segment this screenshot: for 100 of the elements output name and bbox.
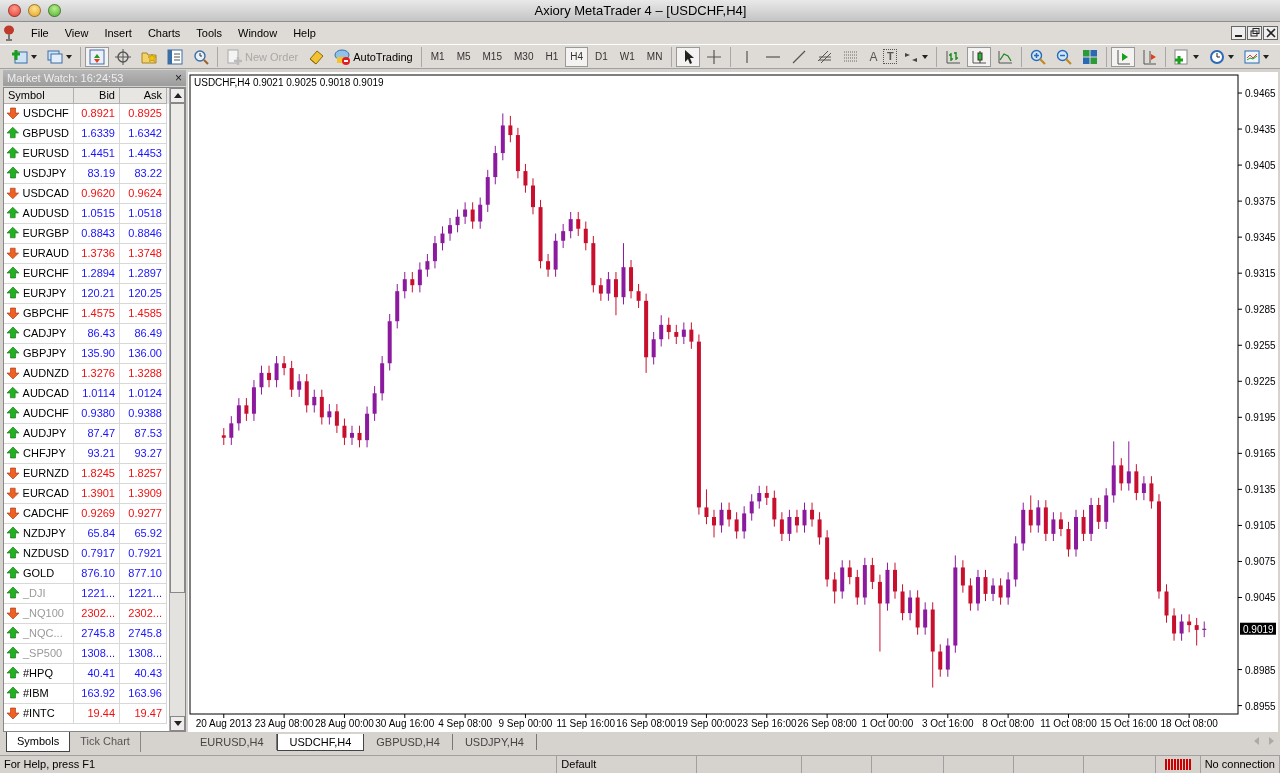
panel-tab[interactable]: Tick Chart bbox=[70, 732, 141, 752]
column-header[interactable]: Ask bbox=[120, 88, 167, 104]
symbol-name[interactable]: EURNZD bbox=[23, 467, 69, 483]
channel-icon[interactable] bbox=[817, 48, 834, 65]
menu-item[interactable]: Window bbox=[230, 27, 286, 39]
text-box-tool[interactable]: T bbox=[883, 49, 898, 64]
crosshair-icon[interactable] bbox=[706, 48, 723, 65]
menu-item[interactable]: Help bbox=[285, 27, 324, 39]
x-tick: 30 Aug 16:00 bbox=[375, 713, 435, 729]
column-header[interactable]: Bid bbox=[74, 88, 120, 104]
panel-tab[interactable]: Symbols bbox=[6, 732, 71, 752]
symbol-name[interactable]: CADJPY bbox=[23, 327, 67, 343]
clock-icon[interactable] bbox=[1209, 48, 1226, 65]
text-label-tool[interactable]: A bbox=[865, 49, 882, 64]
autotrading-button[interactable]: AutoTrading bbox=[330, 46, 417, 67]
chart-tab[interactable]: EURUSD,H4 bbox=[188, 734, 277, 750]
menu-item[interactable]: Tools bbox=[188, 27, 230, 39]
timeframe-button[interactable]: W1 bbox=[614, 46, 640, 67]
candlestick bbox=[327, 403, 332, 426]
column-header[interactable]: Symbol bbox=[4, 88, 74, 104]
candlestick bbox=[1028, 494, 1033, 534]
symbol-name[interactable]: #INTC bbox=[23, 707, 55, 723]
list-window-icon[interactable] bbox=[167, 48, 183, 65]
menu-item[interactable]: File bbox=[23, 27, 57, 39]
symbol-name[interactable]: AUDJPY bbox=[23, 427, 67, 443]
y-tick-label: 0.9285 bbox=[1245, 304, 1277, 316]
symbol-name[interactable]: EURUSD bbox=[22, 147, 69, 163]
timeframe-button[interactable]: MN bbox=[641, 46, 668, 67]
chart-tab[interactable]: USDCHF,H4 bbox=[276, 734, 365, 751]
chart-tab[interactable]: GBPUSD,H4 bbox=[364, 734, 453, 750]
x-tick-label: 20 Aug 2013 bbox=[195, 718, 253, 729]
caret-icon[interactable] bbox=[1193, 54, 1200, 59]
symbol-name[interactable]: AUDCHF bbox=[23, 407, 69, 423]
caret-icon[interactable] bbox=[1263, 54, 1270, 59]
menu-item[interactable]: Insert bbox=[96, 27, 140, 39]
symbol-name[interactable]: USDCAD bbox=[22, 187, 69, 203]
market-watch-icon[interactable] bbox=[89, 48, 105, 65]
symbol-name[interactable]: EURAUD bbox=[22, 247, 69, 263]
chart-tab[interactable]: USDJPY,H4 bbox=[452, 734, 537, 750]
timeframe-button[interactable]: M1 bbox=[425, 46, 450, 67]
zoom-out-icon[interactable] bbox=[1056, 48, 1073, 65]
ask-cell: 19.47 bbox=[120, 704, 167, 724]
symbol-name[interactable]: NZDUSD bbox=[23, 547, 69, 563]
close-icon[interactable] bbox=[1264, 27, 1277, 39]
symbol-name[interactable]: #IBM bbox=[23, 687, 49, 703]
ask-cell: 1.2897 bbox=[120, 264, 167, 284]
bid-cell: 1.3901 bbox=[74, 484, 120, 504]
candlestick bbox=[764, 485, 769, 506]
close-button[interactable]: × bbox=[175, 71, 182, 85]
scroll-up-icon[interactable] bbox=[173, 93, 182, 98]
restore-icon[interactable] bbox=[1248, 27, 1261, 39]
symbol-name[interactable]: EURGBP bbox=[22, 227, 69, 243]
timeframe-button[interactable]: M5 bbox=[451, 46, 476, 67]
timeframe-button[interactable]: H1 bbox=[540, 46, 564, 67]
timeframe-button[interactable]: M15 bbox=[477, 46, 507, 67]
symbol-name[interactable]: AUDCAD bbox=[22, 387, 69, 403]
symbol-name[interactable]: GBPCHF bbox=[23, 307, 69, 323]
scroll-down-icon[interactable] bbox=[173, 721, 182, 726]
bar-chart-icon[interactable] bbox=[945, 48, 962, 65]
symbol-name[interactable]: NZDJPY bbox=[23, 527, 66, 543]
close-button[interactable] bbox=[8, 4, 21, 17]
caret-icon[interactable] bbox=[31, 54, 37, 59]
menu-item[interactable]: View bbox=[56, 27, 97, 39]
autoscroll-icon[interactable] bbox=[1141, 48, 1158, 65]
line-chart-icon[interactable] bbox=[997, 48, 1014, 65]
caret-icon[interactable] bbox=[922, 54, 929, 59]
symbol-name[interactable]: AUDNZD bbox=[23, 367, 69, 383]
symbol-name[interactable]: GBPJPY bbox=[23, 347, 67, 363]
symbol-name[interactable]: EURCAD bbox=[22, 487, 69, 503]
chart-shift-icon[interactable] bbox=[1115, 48, 1132, 65]
timeframe-button[interactable]: M30 bbox=[509, 46, 539, 67]
scroll-thumb[interactable] bbox=[170, 103, 185, 593]
magnifier-clock-icon[interactable] bbox=[193, 48, 209, 65]
symbol-name[interactable]: CADCHF bbox=[23, 507, 69, 523]
tile-windows-icon[interactable] bbox=[1082, 48, 1099, 65]
symbol-name[interactable]: EURJPY bbox=[23, 287, 67, 303]
candlestick-icon[interactable] bbox=[971, 48, 988, 65]
zoom-button[interactable] bbox=[48, 4, 61, 17]
menu-item[interactable]: Charts bbox=[139, 27, 189, 39]
symbol-name[interactable]: AUDUSD bbox=[22, 207, 69, 223]
caret-icon[interactable] bbox=[66, 54, 72, 59]
symbol-name[interactable]: CHFJPY bbox=[23, 447, 66, 463]
y-tick-label: 0.9255 bbox=[1245, 340, 1277, 352]
caret-icon[interactable] bbox=[1228, 54, 1235, 59]
app-icon[interactable] bbox=[3, 25, 15, 41]
symbol-name[interactable]: EURCHF bbox=[23, 267, 69, 283]
candlestick bbox=[968, 577, 973, 612]
templates-icon[interactable] bbox=[1244, 48, 1261, 65]
symbol-name[interactable]: USDCHF bbox=[23, 107, 69, 123]
minimize-button[interactable] bbox=[28, 4, 41, 17]
crosshair-circle-icon[interactable] bbox=[115, 48, 131, 65]
trendline-icon[interactable] bbox=[791, 48, 808, 65]
timeframe-button[interactable]: D1 bbox=[590, 46, 613, 67]
symbol-name[interactable]: GBPUSD bbox=[22, 127, 69, 143]
symbol-name[interactable]: GOLD bbox=[23, 567, 55, 583]
x-tick: 16 Sep 08:00 bbox=[616, 713, 676, 729]
timeframe-button[interactable]: H4 bbox=[565, 46, 589, 67]
symbol-name[interactable]: USDJPY bbox=[23, 167, 67, 183]
symbol-name[interactable]: #HPQ bbox=[23, 667, 53, 683]
zoom-in-icon[interactable] bbox=[1030, 48, 1047, 65]
